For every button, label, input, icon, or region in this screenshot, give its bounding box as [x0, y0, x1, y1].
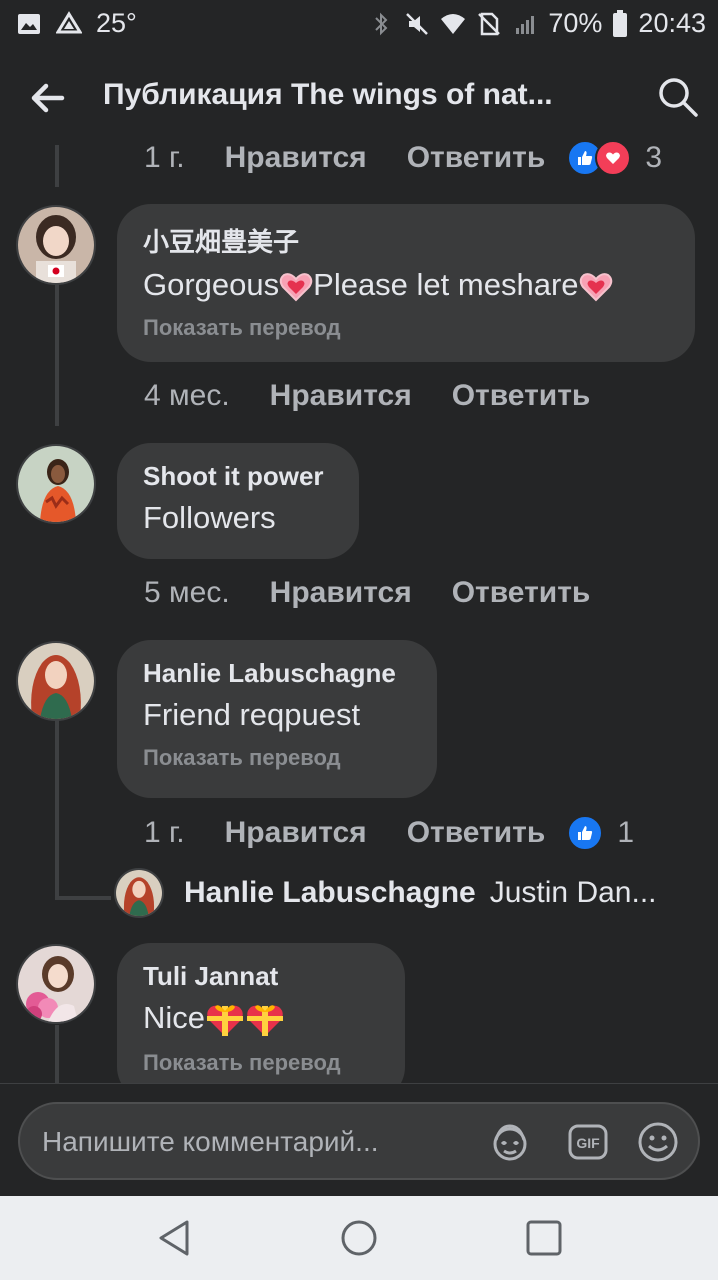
love-reaction-icon — [595, 140, 632, 176]
thread-line — [55, 896, 111, 900]
recents-nav-icon[interactable] — [524, 1218, 564, 1258]
reply-author[interactable]: Hanlie Labuschagne — [184, 876, 476, 910]
like-reaction-icon — [567, 815, 604, 851]
comment-time: 5 мес. — [144, 576, 230, 609]
comment-author[interactable]: Hanlie Labuschagne — [143, 658, 411, 689]
search-icon[interactable] — [655, 74, 701, 120]
thread-line — [55, 720, 59, 900]
comment-text: Friend reqpuest — [143, 697, 361, 732]
show-translation-link[interactable]: Показать перевод — [143, 1050, 379, 1076]
avatar-sticker-icon[interactable] — [488, 1120, 532, 1164]
reaction-count: 3 — [645, 141, 663, 174]
comment-composer-area: Напишите комментарий... GIF — [0, 1083, 718, 1197]
battery-icon — [613, 9, 628, 37]
comment-time: 1 г. — [144, 816, 185, 849]
reply-link[interactable]: Ответить — [407, 816, 546, 850]
comment-time: 1 г. — [144, 141, 185, 174]
avatar[interactable] — [16, 641, 96, 721]
comment-bubble[interactable]: Tuli Jannat Nice Показать перевод — [117, 943, 405, 1101]
avatar[interactable] — [16, 205, 96, 285]
comment-meta-row: 1 г. Нравится Ответить 1 — [144, 815, 634, 851]
reply-text: Justin Dan... — [489, 876, 657, 909]
wifi-icon — [441, 13, 466, 34]
comment-author[interactable]: Tuli Jannat — [143, 961, 379, 992]
reply-link[interactable]: Ответить — [452, 379, 591, 413]
show-translation-link[interactable]: Показать перевод — [143, 315, 669, 341]
thread-line — [55, 1025, 59, 1083]
comment-input[interactable]: Напишите комментарий... GIF — [18, 1102, 700, 1180]
bluetooth-icon — [375, 12, 388, 35]
comment-meta-row: 4 мес. Нравится Ответить — [144, 379, 630, 413]
heart-emoji-icon — [579, 272, 612, 302]
reactions[interactable] — [567, 140, 632, 176]
avatar[interactable] — [114, 868, 164, 918]
gift-heart-emoji-icon — [207, 1005, 244, 1036]
reply-link[interactable]: Ответить — [452, 576, 591, 610]
comment-bubble[interactable]: 小豆畑豊美子 Gorgeous Please let meshare Показа… — [117, 204, 695, 362]
like-link[interactable]: Нравится — [225, 816, 367, 850]
comment-text: Gorgeous Please let meshare — [143, 267, 669, 303]
like-link[interactable]: Нравится — [270, 576, 412, 610]
system-nav-bar — [0, 1196, 718, 1280]
like-link[interactable]: Нравится — [225, 141, 367, 175]
comment-bubble[interactable]: Shoot it power Followers — [117, 443, 359, 559]
home-nav-icon[interactable] — [339, 1218, 379, 1258]
emoji-icon[interactable] — [636, 1120, 680, 1164]
reactions[interactable] — [567, 815, 604, 851]
clock: 20:43 — [638, 8, 706, 38]
comment-author[interactable]: Shoot it power — [143, 461, 333, 492]
reply-link[interactable]: Ответить — [407, 141, 546, 175]
page-title: Публикация The wings of nat... — [103, 78, 553, 111]
avatar[interactable] — [16, 444, 96, 524]
comment-author[interactable]: 小豆畑豊美子 — [143, 222, 669, 259]
comment-text: Nice — [143, 1000, 379, 1038]
gif-icon[interactable]: GIF — [566, 1120, 610, 1164]
back-nav-icon[interactable] — [155, 1218, 195, 1258]
comment-meta-row: 5 мес. Нравится Ответить — [144, 576, 630, 610]
battery-percent: 70% — [548, 8, 603, 38]
comment-meta-row: 1 г. Нравится Ответить 3 — [144, 140, 662, 176]
status-bar: 25° 70% 20:43 — [0, 0, 718, 52]
signal-icon — [516, 15, 535, 34]
thread-line — [55, 284, 59, 426]
comment-time: 4 мес. — [144, 379, 230, 412]
no-sim-icon — [478, 12, 501, 35]
back-arrow-icon[interactable] — [26, 76, 70, 120]
header: Публикация The wings of nat... — [0, 60, 718, 136]
temperature: 25° — [96, 8, 137, 38]
comment-input-placeholder: Напишите комментарий... — [42, 1126, 379, 1157]
drive-icon — [56, 10, 82, 33]
reply-preview[interactable]: Hanlie Labuschagne Justin Dan... — [114, 868, 657, 918]
avatar[interactable] — [16, 944, 96, 1024]
like-link[interactable]: Нравится — [270, 379, 412, 413]
mute-icon — [406, 12, 429, 35]
gift-heart-emoji-icon — [247, 1005, 284, 1036]
show-translation-link[interactable]: Показать перевод — [143, 745, 411, 771]
comment-bubble[interactable]: Hanlie Labuschagne Friend reqpuest Показ… — [117, 640, 437, 798]
gallery-icon — [18, 13, 40, 34]
reaction-count: 1 — [617, 816, 635, 849]
heart-emoji-icon — [279, 272, 313, 302]
svg-text:GIF: GIF — [576, 1135, 600, 1151]
thread-line — [55, 145, 59, 187]
comment-text: Followers — [143, 500, 276, 535]
